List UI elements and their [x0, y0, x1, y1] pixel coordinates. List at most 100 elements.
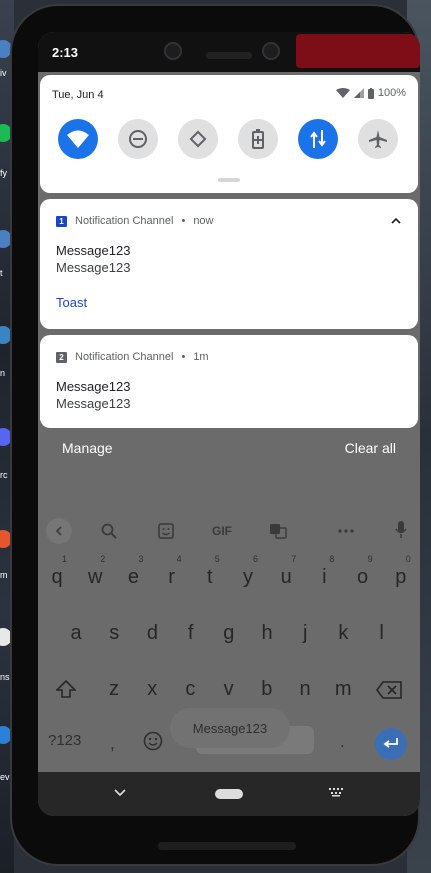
qs-tile-airplane-mode[interactable] — [358, 119, 398, 159]
key-number-hint: 1 — [62, 554, 68, 564]
backspace-icon[interactable] — [374, 680, 404, 700]
desktop-icon-label: fy — [0, 168, 8, 178]
key-number-hint: 3 — [138, 554, 144, 564]
key-r[interactable]: r — [155, 566, 189, 589]
phone-frame: 2:13 Tue, Jun 4 100% 1 Notification Chan… — [10, 4, 420, 866]
key-s[interactable]: s — [97, 622, 131, 645]
front-camera-left — [164, 42, 182, 60]
key-a[interactable]: a — [59, 622, 93, 645]
desktop-icon-label: ns — [0, 672, 10, 682]
earpiece-speaker — [206, 52, 252, 59]
key-number-hint: 8 — [329, 554, 335, 564]
gif-label: GIF — [212, 524, 232, 538]
keyboard-switcher-icon[interactable] — [326, 784, 346, 800]
period-key[interactable]: . — [340, 732, 345, 752]
key-number-hint: 9 — [367, 554, 373, 564]
battery-percent: 100% — [377, 87, 406, 99]
desktop-icon-label: rc — [0, 470, 8, 480]
key-k[interactable]: k — [326, 622, 360, 645]
key-h[interactable]: h — [250, 622, 284, 645]
toast-action-button[interactable]: Toast — [56, 295, 87, 310]
wifi-icon — [67, 130, 89, 148]
key-m[interactable]: m — [326, 678, 360, 701]
key-d[interactable]: d — [135, 622, 169, 645]
quick-settings-panel: Tue, Jun 4 100% — [40, 75, 418, 193]
desktop-window-fragment — [296, 34, 420, 68]
sticker-icon[interactable] — [157, 522, 175, 540]
bottom-speaker — [158, 842, 296, 850]
key-z[interactable]: z — [97, 678, 131, 701]
mobile-data-icon — [310, 130, 326, 148]
key-i[interactable]: i — [307, 566, 341, 589]
key-e[interactable]: e — [116, 566, 150, 589]
notification-card[interactable]: 2 Notification Channel • 1m Message123 Mes… — [40, 335, 418, 428]
key-number-hint: 4 — [176, 554, 182, 564]
app-badge-icon: 1 — [56, 215, 67, 227]
shift-icon[interactable] — [52, 678, 80, 700]
manage-button[interactable]: Manage — [62, 440, 113, 456]
symbols-key[interactable]: ?123 — [48, 732, 81, 749]
key-number-hint: 5 — [214, 554, 220, 564]
key-number-hint: 7 — [291, 554, 297, 564]
keyboard-back-icon[interactable] — [46, 518, 72, 544]
status-bar: 2:13 — [38, 32, 420, 72]
wifi-signal-icon — [335, 88, 350, 98]
emoji-icon[interactable] — [142, 730, 164, 752]
qs-status-icons: 100% — [335, 87, 406, 99]
qs-tile-auto-rotate[interactable] — [178, 119, 218, 159]
qs-drag-handle[interactable] — [218, 178, 240, 182]
translate-icon[interactable] — [268, 522, 288, 540]
desktop-icon-label: ev — [0, 772, 10, 782]
desktop-icon-label: t — [0, 268, 3, 278]
key-g[interactable]: g — [212, 622, 246, 645]
notification-header: 1 Notification Channel • now — [56, 215, 214, 227]
key-y[interactable]: y — [231, 566, 265, 589]
hide-keyboard-icon[interactable] — [112, 786, 128, 800]
cell-signal-icon — [353, 88, 364, 98]
qs-tile-do-not-disturb[interactable] — [118, 119, 158, 159]
key-j[interactable]: j — [288, 622, 322, 645]
suggestion-chip[interactable]: Message123 — [170, 708, 290, 748]
desktop-icon-label: m — [0, 570, 8, 580]
key-b[interactable]: b — [250, 678, 284, 701]
notification-time: now — [193, 215, 214, 227]
home-button[interactable] — [215, 789, 243, 799]
app-badge-icon: 2 — [56, 351, 67, 363]
key-number-hint: 6 — [253, 554, 259, 564]
key-number-hint: 0 — [405, 554, 411, 564]
qs-tile-mobile-data[interactable] — [298, 119, 338, 159]
notification-text: Message123 — [56, 396, 131, 411]
key-u[interactable]: u — [269, 566, 303, 589]
qs-tile-wifi[interactable] — [58, 119, 98, 159]
airplane-icon — [369, 130, 387, 148]
key-x[interactable]: x — [135, 678, 169, 701]
key-p[interactable]: p — [384, 566, 418, 589]
do-not-disturb-icon — [129, 130, 147, 148]
more-options-icon[interactable] — [336, 522, 356, 540]
notification-header: 2 Notification Channel • 1m — [56, 351, 209, 363]
collapse-chevron-icon[interactable] — [390, 215, 402, 227]
notification-card[interactable]: 1 Notification Channel • now Message123 Me… — [40, 199, 418, 329]
key-f[interactable]: f — [174, 622, 208, 645]
battery-icon — [367, 87, 374, 99]
notification-channel: Notification Channel — [75, 215, 174, 227]
phone-screen: 2:13 Tue, Jun 4 100% 1 Notification Chan… — [38, 32, 420, 816]
key-l[interactable]: l — [365, 622, 399, 645]
key-w[interactable]: w — [78, 566, 112, 589]
search-icon[interactable] — [100, 522, 118, 540]
microphone-icon[interactable] — [393, 520, 409, 540]
clear-all-button[interactable]: Clear all — [345, 440, 396, 456]
key-t[interactable]: t — [193, 566, 227, 589]
enter-key[interactable] — [375, 728, 407, 760]
status-clock: 2:13 — [52, 45, 79, 60]
key-v[interactable]: v — [212, 678, 246, 701]
notification-title: Message123 — [56, 379, 131, 394]
key-q[interactable]: q — [40, 566, 74, 589]
key-n[interactable]: n — [288, 678, 322, 701]
gif-icon[interactable]: GIF — [208, 522, 236, 540]
comma-key[interactable]: , — [110, 734, 115, 754]
key-o[interactable]: o — [346, 566, 380, 589]
qs-tile-battery-saver[interactable] — [238, 119, 278, 159]
enter-icon — [383, 738, 398, 748]
key-c[interactable]: c — [173, 678, 207, 701]
